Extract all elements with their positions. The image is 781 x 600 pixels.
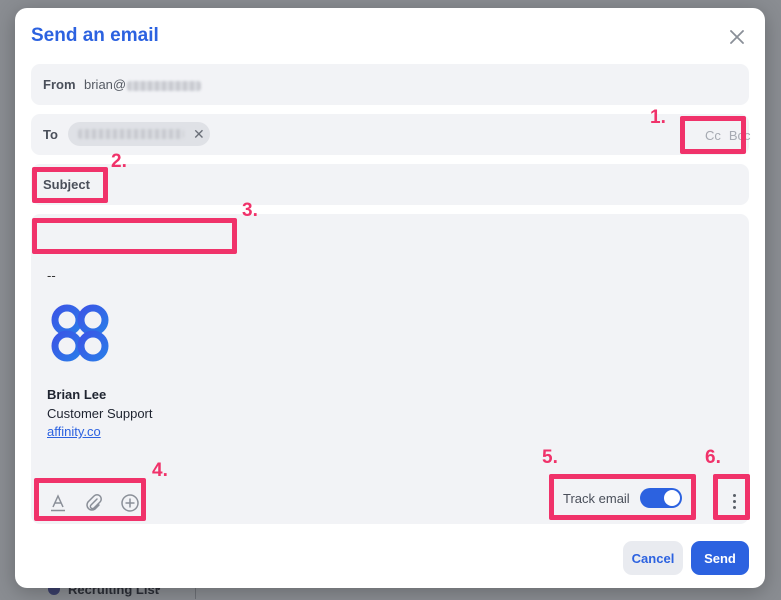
callout-box-3: [32, 218, 237, 254]
from-value: brian@: [84, 77, 202, 92]
callout-number-6: 6.: [705, 447, 721, 468]
callout-number-1: 1.: [650, 107, 666, 128]
recipient-chip[interactable]: ✕: [68, 122, 210, 146]
signature-separator: --: [47, 268, 56, 283]
close-icon[interactable]: [727, 27, 747, 47]
callout-number-2: 2.: [111, 151, 127, 172]
affinity-logo-icon: [47, 300, 113, 371]
callout-box-6: [713, 474, 750, 520]
callout-box-5: [549, 474, 696, 520]
callout-number-5: 5.: [542, 447, 558, 468]
cancel-button[interactable]: Cancel: [623, 541, 683, 575]
callout-box-1: [680, 116, 746, 154]
remove-recipient-icon[interactable]: ✕: [193, 126, 205, 143]
callout-box-2: [32, 167, 108, 203]
callout-number-3: 3.: [242, 200, 258, 221]
to-field[interactable]: To ✕ Cc Bcc: [31, 114, 751, 155]
signature-name: Brian Lee: [47, 387, 107, 402]
from-field: From brian@: [31, 64, 749, 105]
callout-number-4: 4.: [152, 460, 168, 481]
subject-field[interactable]: Subject: [31, 164, 749, 205]
redacted-domain: [127, 80, 202, 91]
redacted-recipient: [78, 129, 184, 139]
modal-title: Send an email: [31, 25, 159, 46]
callout-box-4: [34, 478, 146, 521]
send-button[interactable]: Send: [691, 541, 749, 575]
signature-link[interactable]: affinity.co: [47, 424, 101, 439]
from-value-text: brian@: [84, 77, 127, 92]
to-label: To: [43, 127, 58, 142]
signature-role: Customer Support: [47, 406, 153, 421]
from-label: From: [43, 77, 76, 92]
